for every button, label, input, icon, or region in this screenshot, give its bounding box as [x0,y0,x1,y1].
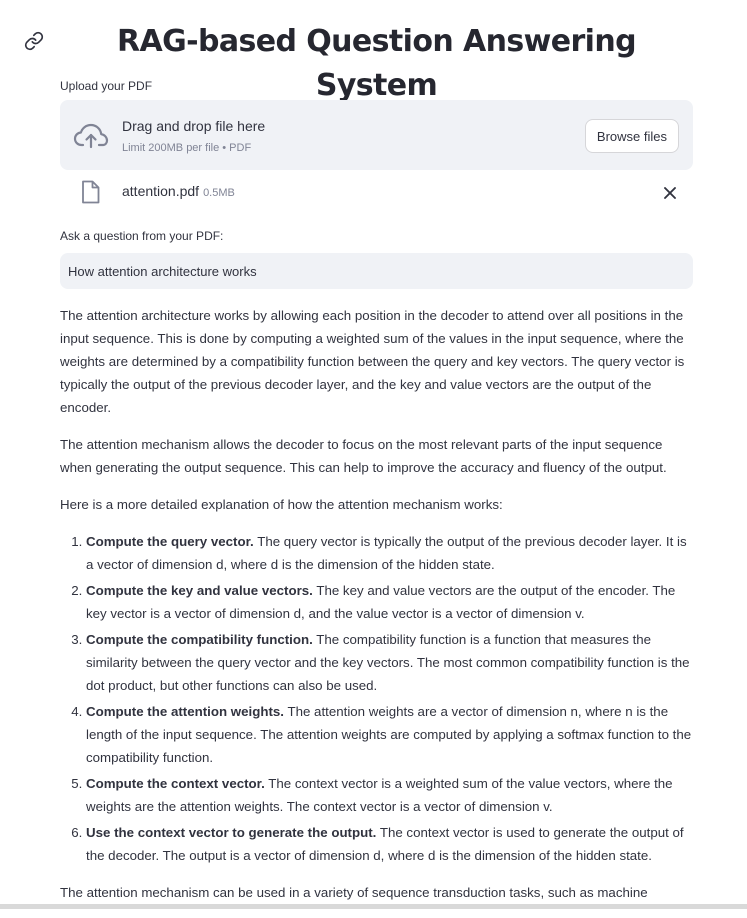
file-name-text: attention.pdf [122,183,200,199]
uploaded-file-row: attention.pdf 0.5MB [60,170,693,226]
answer-text: The attention architecture works by allo… [60,304,693,904]
cloud-upload-icon [73,123,109,149]
dropzone-title: Drag and drop file here [122,118,266,134]
step-title: Use the context vector to generate the o… [86,825,377,840]
file-name: attention.pdf 0.5MB [122,182,235,202]
browse-files-button[interactable]: Browse files [584,119,679,153]
dropzone-hint: Limit 200MB per file • PDF [122,142,252,154]
list-item: Compute the attention weights. The atten… [86,700,693,769]
close-icon[interactable] [662,185,678,201]
file-icon [82,180,100,204]
list-item: Compute the key and value vectors. The k… [86,579,693,625]
question-label: Ask a question from your PDF: [60,229,224,243]
file-dropzone[interactable]: Drag and drop file here Limit 200MB per … [60,100,693,170]
answer-paragraph: The attention mechanism can be used in a… [60,885,648,900]
horizontal-scrollbar[interactable] [0,904,747,909]
upload-label: Upload your PDF [60,79,153,93]
list-item: Compute the query vector. The query vect… [86,530,693,576]
list-item: Compute the context vector. The context … [86,772,693,818]
link-icon[interactable] [24,31,44,51]
steps-list: Compute the query vector. The query vect… [60,530,693,867]
step-title: Compute the compatibility function. [86,632,313,647]
answer-paragraph: The attention mechanism allows the decod… [60,437,667,475]
file-size: 0.5MB [203,187,235,199]
list-item: Compute the compatibility function. The … [86,628,693,697]
step-title: Compute the context vector. [86,776,265,791]
step-title: Compute the attention weights. [86,704,284,719]
answer-paragraph: The attention architecture works by allo… [60,308,685,415]
step-title: Compute the key and value vectors. [86,583,313,598]
list-item: Use the context vector to generate the o… [86,821,693,867]
answer-paragraph: Here is a more detailed explanation of h… [60,497,503,512]
main-content: Upload your PDF Drag and drop file here … [60,78,693,918]
step-title: Compute the query vector. [86,534,254,549]
question-input[interactable] [60,253,693,289]
